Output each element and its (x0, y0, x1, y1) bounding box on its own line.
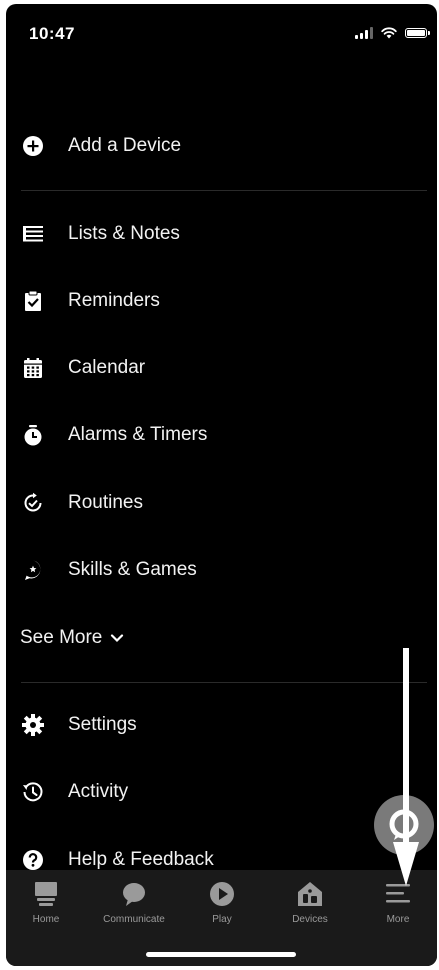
divider (21, 682, 427, 683)
calendar-icon (21, 356, 45, 380)
nav-item-play[interactable]: Play (182, 880, 262, 925)
cellular-signal-icon (355, 27, 373, 39)
battery-icon (405, 28, 430, 38)
menu-item-activity[interactable]: Activity (6, 767, 437, 817)
home-icon (31, 880, 61, 908)
nav-label: Devices (292, 914, 328, 925)
home-indicator (146, 952, 296, 957)
nav-label: Communicate (103, 914, 165, 925)
play-circle-icon (207, 880, 237, 908)
menu-item-label: Reminders (68, 290, 160, 311)
see-more-button[interactable]: See More (20, 620, 124, 656)
list-icon (21, 222, 45, 246)
menu-item-calendar[interactable]: Calendar (6, 343, 437, 393)
menu-item-label: Lists & Notes (68, 223, 180, 244)
menu-item-settings[interactable]: Settings (6, 700, 437, 750)
annotation-arrow-shaft (403, 648, 409, 848)
menu-item-label: Alarms & Timers (68, 424, 208, 445)
clipboard-check-icon (21, 289, 45, 313)
divider (21, 190, 427, 191)
menu-item-label: Routines (68, 492, 143, 513)
nav-item-communicate[interactable]: Communicate (94, 880, 174, 925)
nav-item-devices[interactable]: Devices (270, 880, 350, 925)
menu-item-alarms-timers[interactable]: Alarms & Timers (6, 410, 437, 460)
gear-icon (21, 713, 45, 737)
routines-icon (21, 491, 45, 515)
nav-label: More (386, 914, 410, 925)
menu-item-lists-notes[interactable]: Lists & Notes (6, 209, 437, 259)
status-icons (355, 27, 430, 39)
menu-item-skills-games[interactable]: Skills & Games (6, 545, 437, 595)
menu-item-add-device[interactable]: Add a Device (6, 121, 437, 171)
chevron-down-icon (111, 634, 124, 643)
plus-circle-icon (21, 134, 45, 158)
alarm-clock-icon (21, 423, 45, 447)
menu-item-label: Activity (68, 781, 129, 802)
nav-item-more[interactable]: More (358, 880, 437, 925)
menu-item-label: Skills & Games (68, 559, 197, 580)
see-more-label: See More (20, 627, 103, 648)
nav-label: Home (32, 914, 60, 925)
menu-item-reminders[interactable]: Reminders (6, 276, 437, 326)
menu-item-routines[interactable]: Routines (6, 478, 437, 528)
menu-item-label: Calendar (68, 357, 146, 378)
menu-item-label: Add a Device (68, 135, 182, 156)
chat-bubble-icon (119, 880, 149, 908)
annotation-arrow-head-icon (393, 842, 419, 886)
devices-house-icon (295, 880, 325, 908)
question-circle-icon (21, 848, 45, 872)
menu-item-label: Settings (68, 714, 137, 735)
history-icon (21, 780, 45, 804)
status-time: 10:47 (29, 24, 75, 43)
menu-item-label: Help & Feedback (68, 849, 214, 870)
nav-label: Play (212, 914, 232, 925)
phone-screen: 10:47 Add a Device Lists & Notes Reminde… (6, 4, 437, 966)
wifi-icon (381, 27, 397, 39)
skills-icon (21, 558, 45, 582)
nav-item-home[interactable]: Home (6, 880, 86, 925)
